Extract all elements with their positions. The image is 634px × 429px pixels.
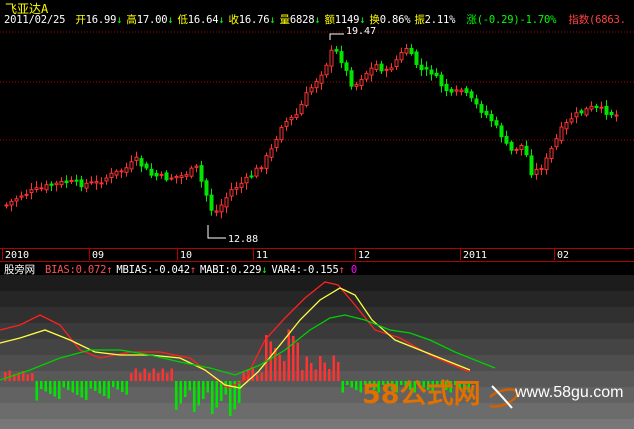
histogram-bar-up <box>265 335 268 381</box>
histogram-bar-down <box>35 381 38 401</box>
histogram-bar-down <box>103 381 106 396</box>
histogram-bar-down <box>53 381 56 397</box>
histogram-bar-down <box>341 381 344 393</box>
histogram-bar-down <box>116 381 119 390</box>
histogram-bar-up <box>296 342 299 381</box>
histogram-bar-up <box>4 372 7 381</box>
watermark-url: www.58gu.com <box>515 384 624 401</box>
histogram-bar-down <box>80 381 83 398</box>
histogram-bar-up <box>161 368 164 381</box>
histogram-bar-down <box>76 381 79 395</box>
histogram-bar-up <box>278 354 281 381</box>
histogram-bar-up <box>260 372 263 381</box>
histogram-bar-up <box>256 375 259 381</box>
histogram-bar-down <box>238 381 241 403</box>
histogram-bar-up <box>139 373 142 381</box>
histogram-bar-down <box>193 381 196 412</box>
histogram-bar-down <box>211 381 214 414</box>
histogram-bar-up <box>143 368 146 381</box>
histogram-bar-down <box>346 381 349 385</box>
histogram-bar-down <box>206 381 209 393</box>
histogram-bar-up <box>332 355 335 381</box>
histogram-bar-up <box>305 356 308 381</box>
histogram-bar-down <box>85 381 88 400</box>
watermark: 58公式网 www.58gu.com <box>360 370 630 425</box>
histogram-bar-up <box>152 368 155 381</box>
histogram-bar-down <box>355 381 358 390</box>
histogram-bar-up <box>310 363 313 381</box>
histogram-bar-up <box>130 373 133 381</box>
histogram-bar-up <box>301 370 304 381</box>
histogram-bar-down <box>179 381 182 404</box>
histogram-bar-down <box>125 381 128 395</box>
histogram-bar-down <box>44 381 47 392</box>
indicator-chart[interactable] <box>0 0 634 429</box>
histogram-bar-up <box>157 373 160 381</box>
histogram-bar-down <box>350 381 353 388</box>
histogram-bar-down <box>98 381 101 394</box>
histogram-bar-up <box>148 373 151 381</box>
histogram-bar-down <box>89 381 92 389</box>
histogram-bar-down <box>49 381 52 394</box>
histogram-bar-up <box>134 368 137 381</box>
watermark-brand: 58公式网 <box>362 379 481 410</box>
histogram-bar-up <box>170 368 173 381</box>
histogram-bar-down <box>67 381 70 390</box>
histogram-bar-down <box>121 381 124 392</box>
histogram-bar-down <box>58 381 61 399</box>
histogram-bar-up <box>251 367 254 381</box>
histogram-bar-down <box>197 381 200 406</box>
histogram-bar-down <box>94 381 97 391</box>
histogram-bar-up <box>166 373 169 381</box>
histogram-bar-down <box>71 381 74 393</box>
histogram-bar-down <box>202 381 205 399</box>
histogram-bar-up <box>314 369 317 381</box>
histogram-bar-up <box>283 361 286 381</box>
histogram-bar-down <box>62 381 65 388</box>
histogram-bar-down <box>215 381 218 408</box>
histogram-bar-up <box>337 362 340 381</box>
histogram-bar-up <box>31 373 34 381</box>
histogram-bar-down <box>175 381 178 410</box>
histogram-bar-up <box>319 356 322 381</box>
histogram-bar-up <box>323 362 326 381</box>
background-band <box>0 291 634 307</box>
histogram-bar-up <box>26 374 29 381</box>
background-band <box>0 355 634 371</box>
histogram-bar-down <box>184 381 187 397</box>
background-band <box>0 307 634 323</box>
histogram-bar-up <box>287 329 290 381</box>
histogram-bar-down <box>40 381 43 389</box>
histogram-bar-down <box>188 381 191 391</box>
histogram-bar-up <box>274 348 277 381</box>
histogram-bar-up <box>8 370 11 381</box>
histogram-bar-up <box>269 341 272 381</box>
histogram-bar-down <box>107 381 110 399</box>
histogram-bar-down <box>112 381 115 387</box>
histogram-bar-up <box>328 369 331 381</box>
